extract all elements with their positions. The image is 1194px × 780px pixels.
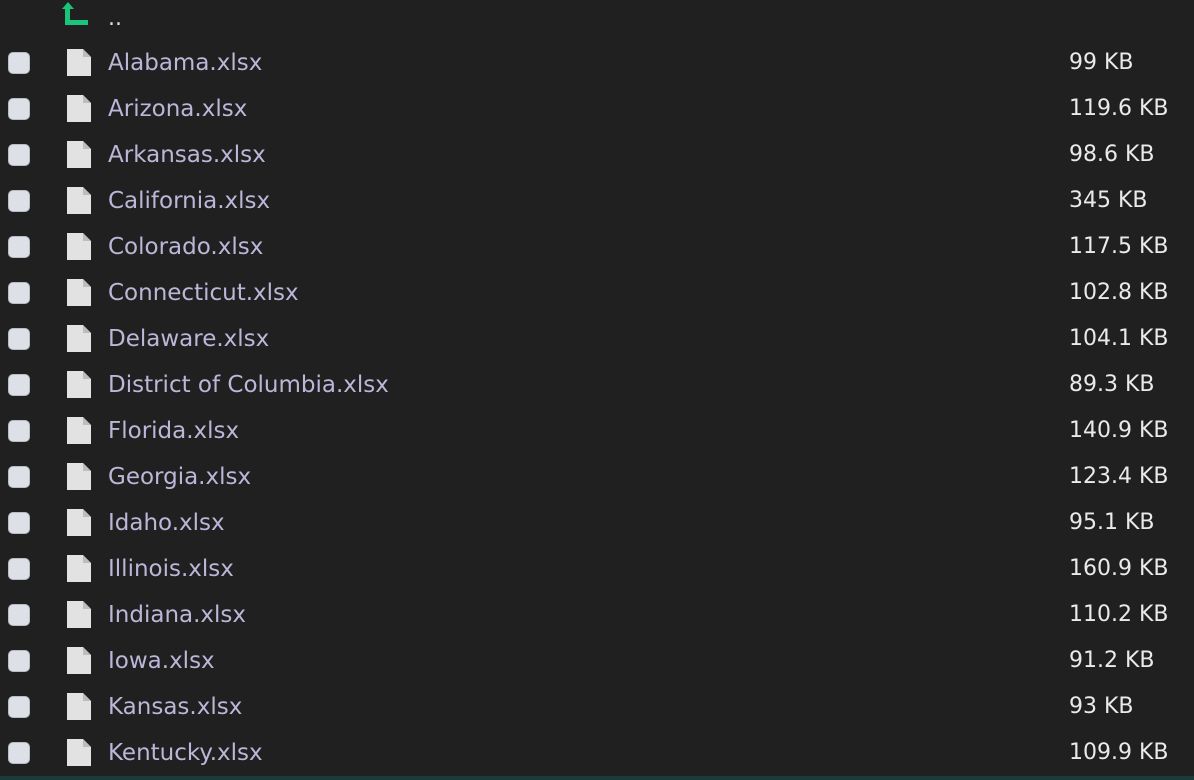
file-icon [67, 141, 91, 168]
file-size: 345 KB [1069, 188, 1148, 213]
file-icon [67, 509, 91, 536]
file-name-link[interactable]: Iowa.xlsx [108, 638, 215, 684]
file-size: 160.9 KB [1069, 556, 1169, 581]
file-checkbox[interactable] [8, 420, 30, 442]
file-name-link[interactable]: Alabama.xlsx [108, 40, 262, 86]
file-row[interactable]: Arkansas.xlsx 98.6 KB [0, 132, 1194, 178]
file-icon [67, 371, 91, 398]
file-size: 140.9 KB [1069, 418, 1169, 443]
file-size: 99 KB [1069, 50, 1134, 75]
file-icon [67, 187, 91, 214]
file-list: .. Alabama.xlsx 99 KB Arizona.xlsx 119.6 KB… [0, 0, 1194, 780]
file-checkbox[interactable] [8, 236, 30, 258]
file-name-link[interactable]: California.xlsx [108, 178, 270, 224]
file-size: 89.3 KB [1069, 372, 1155, 397]
file-checkbox[interactable] [8, 650, 30, 672]
file-name-link[interactable]: Illinois.xlsx [108, 546, 234, 592]
file-row[interactable]: Colorado.xlsx 117.5 KB [0, 224, 1194, 270]
file-name-link[interactable]: Colorado.xlsx [108, 224, 263, 270]
file-name-link[interactable]: Connecticut.xlsx [108, 270, 299, 316]
file-size: 104.1 KB [1069, 326, 1169, 351]
file-row[interactable]: Indiana.xlsx 110.2 KB [0, 592, 1194, 638]
file-checkbox[interactable] [8, 190, 30, 212]
parent-directory-row[interactable]: .. [0, 0, 1194, 40]
file-size: 110.2 KB [1069, 602, 1169, 627]
file-checkbox[interactable] [8, 466, 30, 488]
file-checkbox[interactable] [8, 52, 30, 74]
file-icon [67, 601, 91, 628]
file-checkbox[interactable] [8, 742, 30, 764]
file-size: 95.1 KB [1069, 510, 1155, 535]
file-row[interactable]: Florida.xlsx 140.9 KB [0, 408, 1194, 454]
file-size: 91.2 KB [1069, 648, 1155, 673]
file-row[interactable]: Illinois.xlsx 160.9 KB [0, 546, 1194, 592]
parent-directory-link[interactable]: .. [108, 4, 122, 34]
file-name-link[interactable]: Delaware.xlsx [108, 316, 269, 362]
file-size: 119.6 KB [1069, 96, 1169, 121]
file-checkbox[interactable] [8, 604, 30, 626]
file-row[interactable]: Alabama.xlsx 99 KB [0, 40, 1194, 86]
file-icon [67, 49, 91, 76]
file-checkbox[interactable] [8, 558, 30, 580]
file-name-link[interactable]: Georgia.xlsx [108, 454, 251, 500]
file-icon [67, 739, 91, 766]
file-icon [67, 647, 91, 674]
file-size: 93 KB [1069, 694, 1134, 719]
file-size: 98.6 KB [1069, 142, 1155, 167]
file-name-link[interactable]: District of Columbia.xlsx [108, 362, 389, 408]
file-row[interactable]: Connecticut.xlsx 102.8 KB [0, 270, 1194, 316]
file-size: 102.8 KB [1069, 280, 1169, 305]
file-icon [67, 95, 91, 122]
file-row[interactable]: District of Columbia.xlsx 89.3 KB [0, 362, 1194, 408]
file-icon [67, 555, 91, 582]
file-checkbox[interactable] [8, 144, 30, 166]
file-row[interactable]: Iowa.xlsx 91.2 KB [0, 638, 1194, 684]
file-checkbox[interactable] [8, 374, 30, 396]
file-name-link[interactable]: Indiana.xlsx [108, 592, 246, 638]
file-name-link[interactable]: Arizona.xlsx [108, 86, 247, 132]
file-row[interactable]: Delaware.xlsx 104.1 KB [0, 316, 1194, 362]
file-name-link[interactable]: Idaho.xlsx [108, 500, 225, 546]
file-row[interactable]: Kansas.xlsx 93 KB [0, 684, 1194, 730]
file-checkbox[interactable] [8, 512, 30, 534]
file-row[interactable]: Kentucky.xlsx 109.9 KB [0, 730, 1194, 776]
file-row[interactable]: Arizona.xlsx 119.6 KB [0, 86, 1194, 132]
up-arrow-icon[interactable] [62, 0, 92, 28]
file-icon [67, 693, 91, 720]
file-checkbox[interactable] [8, 696, 30, 718]
file-icon [67, 463, 91, 490]
file-row[interactable]: Idaho.xlsx 95.1 KB [0, 500, 1194, 546]
file-icon [67, 417, 91, 444]
file-checkbox[interactable] [8, 98, 30, 120]
file-size: 123.4 KB [1069, 464, 1169, 489]
file-size: 109.9 KB [1069, 740, 1169, 765]
file-row[interactable]: Georgia.xlsx 123.4 KB [0, 454, 1194, 500]
file-name-link[interactable]: Arkansas.xlsx [108, 132, 266, 178]
file-name-link[interactable]: Kentucky.xlsx [108, 730, 263, 776]
file-checkbox[interactable] [8, 282, 30, 304]
file-row[interactable]: California.xlsx 345 KB [0, 178, 1194, 224]
file-checkbox[interactable] [8, 328, 30, 350]
file-icon [67, 279, 91, 306]
file-icon [67, 233, 91, 260]
file-icon [67, 325, 91, 352]
bottom-divider [0, 776, 1194, 780]
file-name-link[interactable]: Kansas.xlsx [108, 684, 242, 730]
file-size: 117.5 KB [1069, 234, 1169, 259]
file-name-link[interactable]: Florida.xlsx [108, 408, 239, 454]
